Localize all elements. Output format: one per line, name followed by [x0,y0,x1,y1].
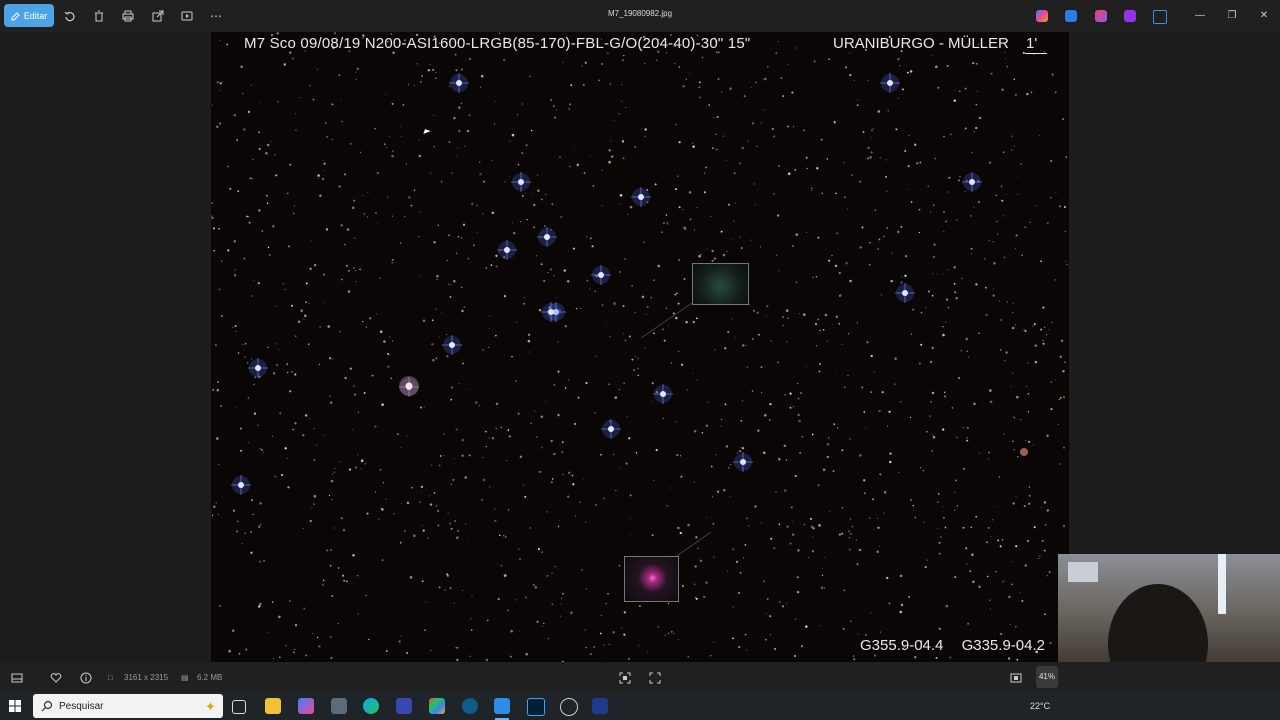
app-icon-d[interactable] [560,698,578,716]
search-icon [41,700,53,712]
close-button[interactable]: ✕ [1256,8,1272,24]
favorite-heart-icon[interactable] [50,671,62,683]
photoshop-icon[interactable] [527,698,545,716]
image-credit: URANIBURGO - MÜLLER [833,35,1009,52]
image-dimensions: 3161 x 2315 [124,673,169,682]
object-ids: G355.9-04.4 G335.9-04.2 [860,637,1059,654]
actual-size-icon[interactable] [649,671,661,684]
designer-icon[interactable] [1095,10,1107,22]
taskbar-search[interactable]: Pesquisar ✦ [33,694,223,718]
planetary-nebula-inset [624,556,679,602]
photos-taskbar-icon[interactable] [494,698,510,714]
search-placeholder: Pesquisar [59,701,104,712]
zoom-level[interactable]: 41% [1036,666,1058,688]
clipchamp-icon[interactable] [1124,10,1136,22]
scale-bar [1025,53,1047,54]
viewer-bottom-bar: □ 3161 x 2315 ▤ 6.2 MB 41% [0,662,1280,692]
copilot-icon[interactable] [1036,10,1048,22]
app-icon-c[interactable] [462,698,478,714]
lamp [1218,554,1226,614]
windows-start-icon[interactable] [9,700,21,712]
fit-to-window-icon[interactable] [619,671,631,684]
calculator-icon[interactable] [331,698,347,714]
restore-button[interactable]: ❐ [1224,8,1240,24]
astro-photo[interactable]: M7 Sco 09/08/19 N200-ASI1600-LRGB(85-170… [211,32,1069,662]
object-id-2: G335.9-04.2 [961,637,1045,654]
app-icon-e[interactable] [592,698,608,714]
filmstrip-icon[interactable] [11,671,23,683]
edge-icon[interactable] [363,698,379,714]
file-explorer-icon[interactable] [265,698,281,714]
zoom-fit-icon[interactable] [1010,671,1022,683]
search-highlight-icon: ✦ [205,699,216,714]
app-icon-b[interactable] [429,698,445,714]
nebula-inset [692,263,749,305]
dimensions-icon: □ [108,673,113,682]
scale-label: 1' [1026,35,1038,52]
wall-picture [1068,562,1098,582]
weather-temperature[interactable]: 22°C [1030,701,1050,711]
filesize-icon: ▤ [181,673,189,682]
title-bar: Editar ⋯ M7_19080982.jpg — ❐ ✕ [0,0,1280,32]
photos-app-icon[interactable] [1065,10,1077,22]
object-id-1: G355.9-04.4 [860,637,944,654]
onedrive-icon[interactable] [1153,10,1167,24]
minimize-button[interactable]: — [1192,8,1208,24]
file-name: M7_19080982.jpg [607,9,673,18]
task-view-icon[interactable] [232,700,246,714]
app-icon-a[interactable] [396,698,412,714]
image-caption: M7 Sco 09/08/19 N200-ASI1600-LRGB(85-170… [244,35,751,52]
file-size: 6.2 MB [197,673,223,682]
copilot-taskbar-icon[interactable] [298,698,314,714]
info-icon[interactable] [80,671,92,684]
windows-taskbar: Pesquisar ✦ 22°C [0,692,1280,720]
